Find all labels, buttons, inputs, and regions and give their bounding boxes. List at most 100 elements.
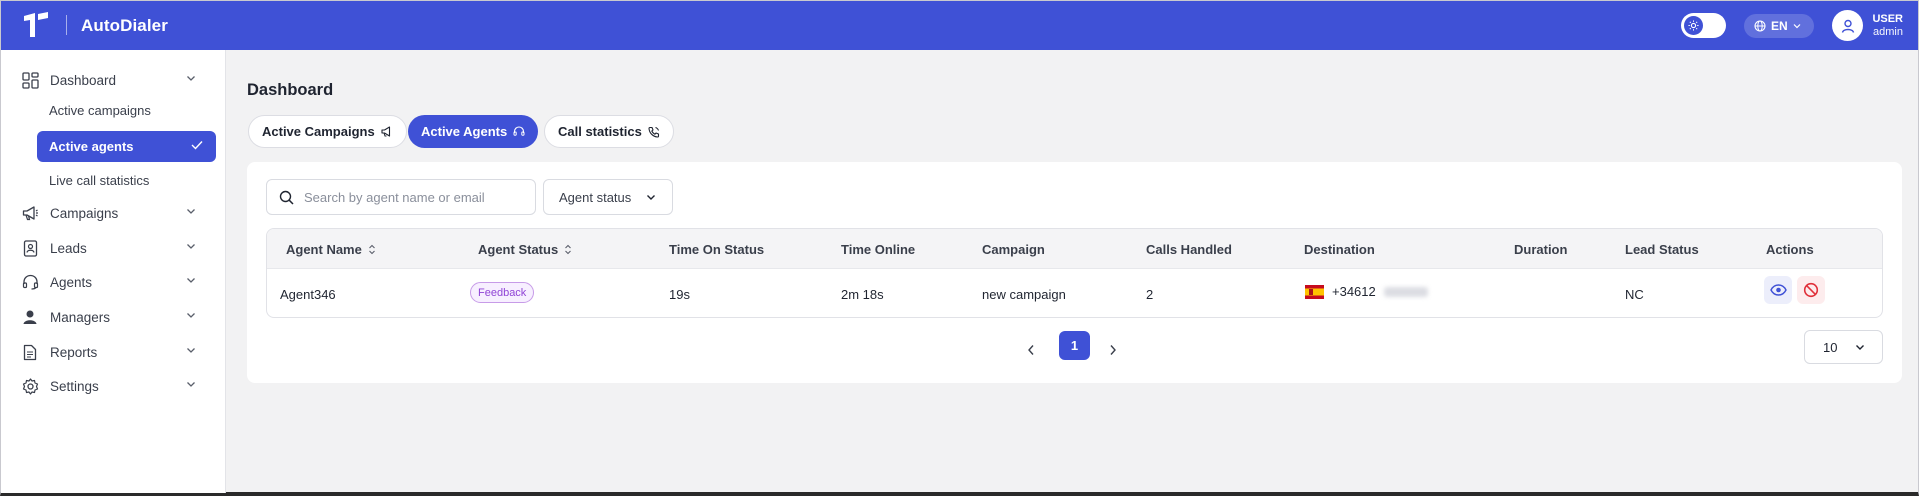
sidebar-item-label: Settings [50, 378, 99, 394]
sidebar-subitem-label: Active agents [49, 139, 134, 154]
sidebar-item-leads[interactable]: Leads [21, 234, 206, 262]
sidebar-item-label: Reports [50, 344, 98, 360]
search-input[interactable] [304, 189, 514, 205]
app-name: AutoDialer [81, 16, 168, 35]
column-header-time-online: Time Online [841, 242, 916, 257]
chevron-down-icon [1856, 345, 1864, 350]
user-name: USER [1872, 13, 1903, 25]
user-avatar[interactable] [1832, 10, 1863, 41]
destination-number: +34612 [1332, 284, 1376, 299]
column-header-actions: Actions [1766, 242, 1814, 257]
column-header-agent-status[interactable]: Agent Status [478, 242, 572, 257]
phone-icon [648, 126, 659, 138]
sidebar-item-dashboard[interactable]: Dashboard [21, 66, 206, 94]
page-size-select[interactable]: 10 [1804, 330, 1883, 364]
chevron-down-icon [187, 244, 195, 249]
block-button[interactable] [1797, 276, 1825, 304]
chevron-down-icon [1793, 24, 1801, 29]
sort-icon[interactable] [368, 244, 376, 255]
contact-book-icon [21, 239, 39, 257]
column-header-duration: Duration [1514, 242, 1568, 257]
tab-label: Active Agents [421, 124, 508, 139]
eye-icon [1769, 284, 1787, 296]
sun-icon [1684, 16, 1703, 35]
chevron-down-icon [187, 313, 195, 318]
sidebar-item-label: Leads [50, 240, 87, 256]
search-box[interactable] [266, 179, 536, 215]
sidebar-item-label: Managers [50, 309, 111, 325]
sidebar-subitem-live-call-statistics[interactable]: Live call statistics [49, 173, 149, 188]
sidebar-item-campaigns[interactable]: Campaigns [21, 199, 206, 227]
globe-icon [1754, 20, 1766, 32]
column-header-time-on-status: Time On Status [669, 242, 765, 257]
tab-active-campaigns[interactable]: Active Campaigns [248, 115, 407, 148]
column-header-lead-status: Lead Status [1625, 242, 1699, 257]
sidebar-item-label: Campaigns [50, 205, 119, 221]
block-icon [1803, 282, 1819, 298]
logo-divider [66, 15, 67, 35]
prev-page-icon[interactable] [1027, 344, 1035, 356]
status-badge: Feedback [470, 282, 535, 303]
spain-flag-icon [1305, 284, 1324, 299]
page-title: Dashboard [247, 81, 334, 99]
redacted-number [1383, 286, 1428, 297]
theme-toggle[interactable] [1681, 13, 1726, 38]
megaphone-icon [21, 204, 39, 222]
view-button[interactable] [1764, 276, 1792, 304]
page-number-button[interactable]: 1 [1059, 331, 1090, 360]
tab-call-statistics[interactable]: Call statistics [544, 115, 674, 148]
agent-status-filter-label: Agent status [559, 189, 632, 205]
page-size-value: 10 [1823, 339, 1838, 355]
search-icon [279, 190, 294, 205]
chevron-down-icon [647, 195, 655, 200]
sidebar-item-label: Dashboard [50, 72, 117, 88]
tab-label: Call statistics [558, 124, 642, 139]
person-icon [21, 308, 39, 326]
headset-icon [21, 273, 39, 291]
chevron-down-icon [187, 278, 195, 283]
sidebar-item-managers[interactable]: Managers [21, 303, 206, 331]
chevron-down-icon [187, 76, 195, 81]
language-label: EN [1771, 19, 1788, 33]
tab-active-agents[interactable]: Active Agents [408, 115, 539, 148]
language-selector[interactable]: EN [1744, 14, 1814, 38]
cell-lead-status: NC [1625, 287, 1644, 302]
sidebar-item-settings[interactable]: Settings [21, 372, 206, 400]
top-bar: AutoDialer EN USER admin [1, 1, 1918, 50]
sidebar: Dashboard Active campaigns Active agents… [1, 50, 226, 493]
headset-icon [513, 126, 525, 136]
tab-label: Active Campaigns [262, 124, 375, 139]
document-icon [21, 343, 39, 361]
column-header-agent-name[interactable]: Agent Name [286, 242, 376, 257]
gear-icon [21, 377, 39, 395]
column-header-label: Agent Status [478, 242, 559, 257]
sidebar-subitem-active-agents[interactable]: Active agents [37, 131, 216, 162]
sidebar-subitem-active-campaigns[interactable]: Active campaigns [49, 103, 151, 118]
user-info[interactable]: USER admin [1871, 13, 1903, 39]
app-logo-icon[interactable] [21, 10, 51, 40]
agents-card: Agent status Agent Name Agent Status Tim… [247, 162, 1902, 383]
cell-agent-name: Agent346 [280, 287, 336, 302]
cell-destination: +34612 [1305, 284, 1428, 299]
chevron-down-icon [187, 209, 195, 214]
check-icon [191, 141, 203, 150]
cell-campaign: new campaign [982, 287, 1066, 302]
user-icon [1841, 19, 1854, 33]
sidebar-item-label: Agents [50, 274, 93, 290]
sidebar-item-reports[interactable]: Reports [21, 338, 206, 366]
column-header-destination: Destination [1304, 242, 1375, 257]
sort-icon[interactable] [564, 244, 572, 255]
column-header-campaign: Campaign [982, 242, 1045, 257]
table-header: Agent Name Agent Status Time On Status T… [267, 229, 1882, 269]
chevron-down-icon [187, 382, 195, 387]
agents-table: Agent Name Agent Status Time On Status T… [266, 228, 1883, 318]
sidebar-item-agents[interactable]: Agents [21, 268, 206, 296]
megaphone-icon [381, 126, 390, 137]
next-page-icon[interactable] [1109, 344, 1117, 356]
cell-time-on-status: 19s [669, 287, 690, 302]
cell-calls-handled: 2 [1146, 287, 1154, 302]
cell-time-online: 2m 18s [841, 287, 884, 302]
agent-status-filter[interactable]: Agent status [543, 179, 673, 215]
chevron-down-icon [187, 348, 195, 353]
column-header-calls-handled: Calls Handled [1146, 242, 1232, 257]
